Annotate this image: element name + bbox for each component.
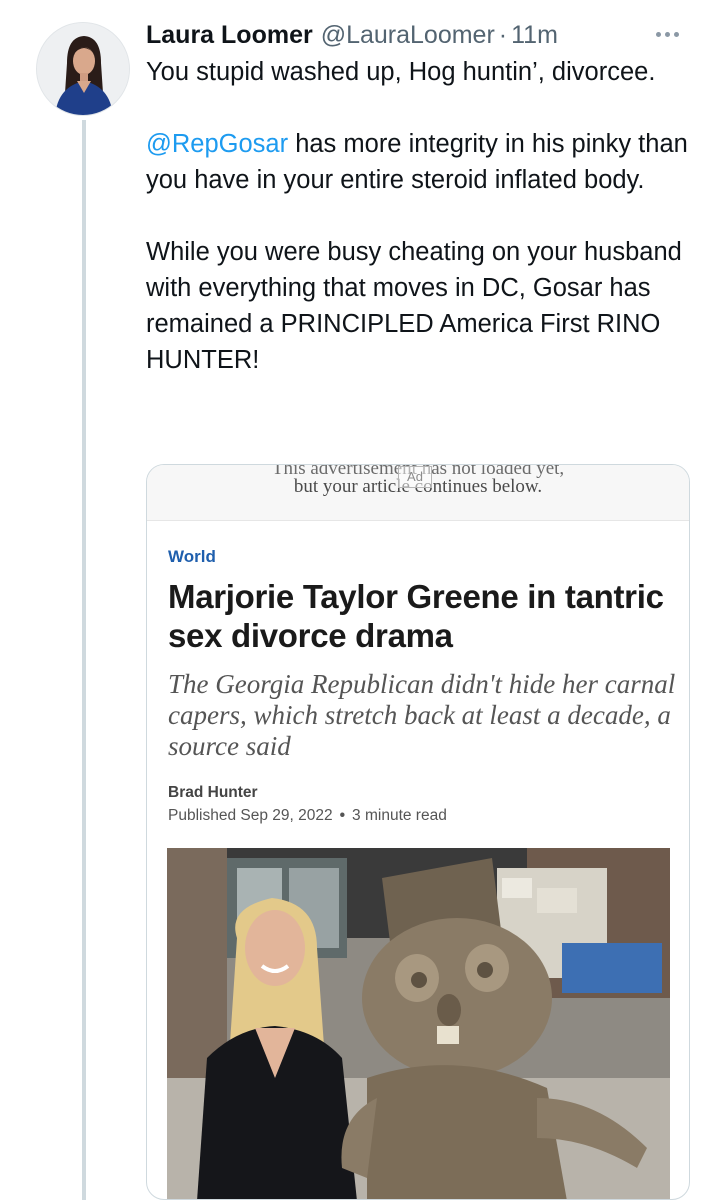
thread-line: [82, 120, 86, 1200]
meta-separator: •: [339, 807, 346, 824]
ad-placeholder: This advertisement has not loaded yet, b…: [147, 465, 689, 521]
article-headline: Marjorie Taylor Greene in tantric sex di…: [168, 578, 664, 654]
more-horizontal-icon[interactable]: [649, 18, 685, 50]
article-screenshot-card[interactable]: This advertisement has not loaded yet, b…: [146, 464, 690, 1200]
article-photo: [167, 848, 670, 1199]
header-separator: ·: [498, 21, 508, 49]
tweet-paragraph: While you were busy cheating on your hus…: [146, 238, 682, 374]
avatar[interactable]: [36, 22, 130, 116]
mention-link[interactable]: @RepGosar: [146, 130, 288, 158]
author-name[interactable]: Laura Loomer: [146, 19, 313, 51]
author-handle[interactable]: @LauraLoomer: [321, 19, 495, 51]
tweet-timestamp[interactable]: 11m: [511, 19, 558, 51]
article-deck: The Georgia Republican didn't hide her c…: [168, 669, 676, 761]
read-time: 3 minute read: [352, 807, 447, 824]
article-meta: Published Sep 29, 2022 • 3 minute read: [168, 807, 447, 825]
tweet-paragraph: You stupid washed up, Hog huntin’, divor…: [146, 58, 656, 86]
ad-badge: Ad: [398, 466, 432, 488]
tweet-text: You stupid washed up, Hog huntin’, divor…: [146, 54, 706, 378]
avatar-photo: [37, 23, 129, 115]
tweet-paragraph: @RepGosar has more integrity in his pink…: [146, 126, 706, 198]
publish-date: Published Sep 29, 2022: [168, 807, 333, 824]
article-author: Brad Hunter: [168, 784, 258, 801]
article-section-label: World: [168, 547, 216, 566]
tweet-header: Laura Loomer @LauraLoomer · 11m: [146, 18, 685, 52]
